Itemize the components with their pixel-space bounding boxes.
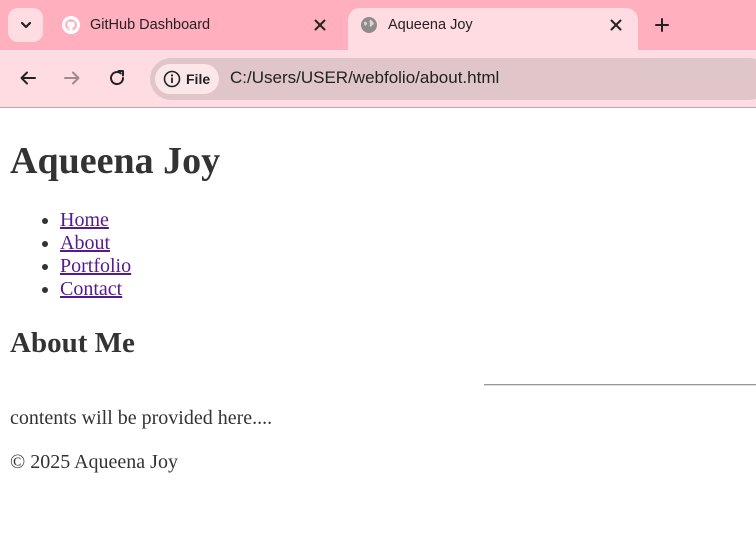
site-info-button[interactable]: File	[155, 64, 219, 94]
nav-link-contact[interactable]: Contact	[60, 278, 122, 300]
section-heading: About Me	[10, 327, 135, 359]
new-tab-button[interactable]	[648, 11, 676, 39]
browser-toolbar: File C:/Users/USER/webfolio/about.html	[0, 50, 756, 108]
back-button[interactable]	[14, 64, 42, 92]
nav-item-home: Home	[60, 209, 131, 232]
about-content: contents will be provided here....	[10, 407, 273, 429]
footer-text: © 2025 Aqueena Joy	[10, 451, 178, 473]
close-tab-button[interactable]	[312, 17, 328, 33]
nav-item-contact: Contact	[60, 278, 131, 301]
site-title: Aqueena Joy	[10, 140, 221, 182]
tab-aqueena-joy[interactable]: Aqueena Joy	[348, 8, 638, 50]
nav-link-home[interactable]: Home	[60, 209, 109, 231]
plus-icon	[655, 18, 669, 32]
tab-title: GitHub Dashboard	[90, 17, 211, 33]
arrow-left-icon	[20, 71, 36, 85]
nav-item-portfolio: Portfolio	[60, 255, 131, 278]
address-bar[interactable]: File C:/Users/USER/webfolio/about.html	[150, 58, 756, 100]
arrow-right-icon	[64, 71, 80, 85]
url-text[interactable]: C:/Users/USER/webfolio/about.html	[230, 68, 499, 88]
forward-button[interactable]	[58, 64, 86, 92]
close-tab-button[interactable]	[608, 17, 624, 33]
close-icon	[610, 19, 622, 31]
github-icon	[62, 16, 80, 34]
reload-icon	[110, 70, 125, 86]
reload-button[interactable]	[103, 64, 131, 92]
nav-link-portfolio[interactable]: Portfolio	[60, 255, 131, 277]
chevron-down-icon	[20, 21, 31, 29]
tab-search-button[interactable]	[8, 8, 43, 42]
horizontal-rule	[484, 384, 756, 386]
tab-title: Aqueena Joy	[388, 17, 473, 33]
globe-icon	[361, 17, 377, 33]
tab-github-dashboard[interactable]: GitHub Dashboard	[50, 8, 342, 50]
nav-link-about[interactable]: About	[60, 232, 110, 254]
close-icon	[314, 19, 326, 31]
nav-item-about: About	[60, 232, 131, 255]
page-content: Aqueena Joy Home About Portfolio Contact…	[0, 109, 756, 559]
main-nav: Home About Portfolio Contact	[0, 209, 131, 301]
info-icon	[163, 70, 181, 88]
site-info-label: File	[186, 71, 211, 87]
tab-strip: GitHub Dashboard Aqueena Joy	[0, 0, 756, 50]
